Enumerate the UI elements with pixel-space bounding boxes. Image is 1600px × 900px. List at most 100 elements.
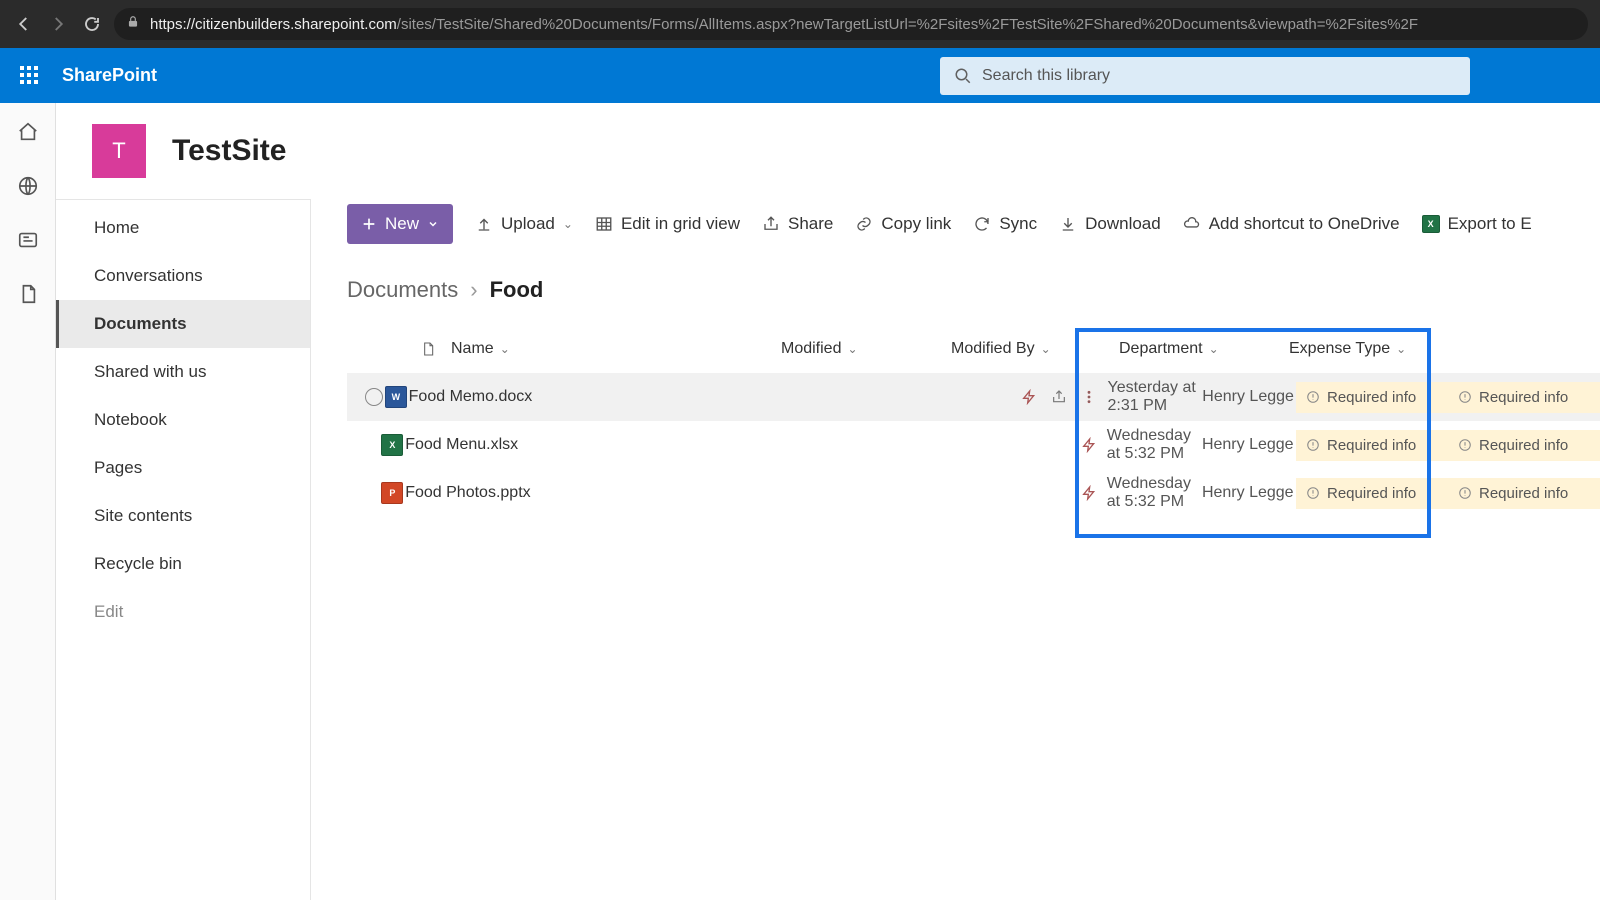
search-placeholder: Search this library xyxy=(982,67,1110,85)
required-badge[interactable]: Required info xyxy=(1296,430,1448,461)
suite-name[interactable]: SharePoint xyxy=(62,65,157,86)
breadcrumb: Documents › Food xyxy=(347,277,1600,303)
chevron-down-icon: ⌄ xyxy=(847,342,857,356)
info-icon xyxy=(1306,486,1320,500)
site-header: T TestSite xyxy=(56,103,1600,199)
nav-recycle[interactable]: Recycle bin xyxy=(56,540,310,588)
side-nav: Home Conversations Documents Shared with… xyxy=(56,199,311,900)
file-icon[interactable] xyxy=(17,283,39,305)
word-icon: W xyxy=(385,386,407,408)
modified-by-cell[interactable]: Henry Legge xyxy=(1202,388,1296,406)
col-modified-by[interactable]: Modified By⌄ xyxy=(951,340,1119,358)
modified-cell: Yesterday at 2:31 PM xyxy=(1107,379,1202,415)
required-badge[interactable]: Required info xyxy=(1296,478,1448,509)
nav-conversations[interactable]: Conversations xyxy=(56,252,310,300)
download-icon xyxy=(1059,215,1077,233)
select-circle[interactable] xyxy=(365,388,383,406)
plus-icon xyxy=(361,216,377,232)
cmd-new-button[interactable]: New xyxy=(347,204,453,244)
cmd-sync[interactable]: Sync xyxy=(973,214,1037,234)
chevron-down-icon xyxy=(427,218,439,230)
breadcrumb-current: Food xyxy=(490,277,544,303)
suite-bar: SharePoint Search this library xyxy=(0,48,1600,103)
nav-notebook[interactable]: Notebook xyxy=(56,396,310,444)
globe-icon[interactable] xyxy=(17,175,39,197)
modified-by-cell[interactable]: Henry Legge xyxy=(1202,436,1296,454)
required-badge[interactable]: Required info xyxy=(1448,478,1600,509)
cmd-copy-link[interactable]: Copy link xyxy=(855,214,951,234)
info-icon xyxy=(1458,486,1472,500)
upload-icon xyxy=(475,215,493,233)
modified-cell: Wednesday at 5:32 PM xyxy=(1107,475,1202,511)
filetype-header-icon[interactable] xyxy=(405,339,451,359)
forward-button[interactable] xyxy=(46,12,70,36)
nav-edit[interactable]: Edit xyxy=(56,588,310,636)
nav-documents[interactable]: Documents xyxy=(56,300,310,348)
cmd-export[interactable]: XExport to E xyxy=(1422,214,1532,234)
attention-icon[interactable] xyxy=(1021,389,1037,405)
table-row[interactable]: W Food Memo.docx Yesterday at 2:31 PM He… xyxy=(347,373,1600,421)
file-name[interactable]: Food Photos.pptx xyxy=(405,484,530,502)
reload-button[interactable] xyxy=(80,12,104,36)
more-icon[interactable] xyxy=(1081,389,1097,405)
onedrive-icon xyxy=(1183,215,1201,233)
url-bar[interactable]: https://citizenbuilders.sharepoint.com/s… xyxy=(114,8,1588,40)
search-icon xyxy=(954,67,972,85)
command-bar: New Upload⌄ Edit in grid view Share Copy… xyxy=(347,199,1600,247)
file-list: Name⌄ Modified⌄ Modified By⌄ Department⌄… xyxy=(347,325,1600,517)
file-name[interactable]: Food Menu.xlsx xyxy=(405,436,518,454)
nav-site-contents[interactable]: Site contents xyxy=(56,492,310,540)
nav-shared[interactable]: Shared with us xyxy=(56,348,310,396)
col-name[interactable]: Name⌄ xyxy=(451,340,781,358)
chevron-right-icon: › xyxy=(470,277,477,303)
home-icon[interactable] xyxy=(17,121,39,143)
file-name[interactable]: Food Memo.docx xyxy=(409,388,533,406)
back-button[interactable] xyxy=(12,12,36,36)
attention-icon[interactable] xyxy=(1081,437,1097,453)
info-icon xyxy=(1306,390,1320,404)
col-expense-type[interactable]: Expense Type⌄ xyxy=(1289,340,1459,358)
chevron-down-icon: ⌄ xyxy=(1396,342,1406,356)
excel-icon: X xyxy=(381,434,403,456)
table-row[interactable]: X Food Menu.xlsx Wednesday at 5:32 PM He… xyxy=(347,421,1600,469)
cmd-download[interactable]: Download xyxy=(1059,214,1161,234)
browser-chrome: https://citizenbuilders.sharepoint.com/s… xyxy=(0,0,1600,48)
search-input[interactable]: Search this library xyxy=(940,57,1470,95)
sync-icon xyxy=(973,215,991,233)
attention-icon[interactable] xyxy=(1081,485,1097,501)
required-badge[interactable]: Required info xyxy=(1296,382,1448,413)
lock-icon xyxy=(126,15,140,33)
info-icon xyxy=(1458,390,1472,404)
nav-home[interactable]: Home xyxy=(56,204,310,252)
col-modified[interactable]: Modified⌄ xyxy=(781,340,951,358)
modified-cell: Wednesday at 5:32 PM xyxy=(1107,427,1202,463)
required-badge[interactable]: Required info xyxy=(1448,430,1600,461)
col-department[interactable]: Department⌄ xyxy=(1119,340,1289,358)
info-icon xyxy=(1306,438,1320,452)
breadcrumb-parent[interactable]: Documents xyxy=(347,277,458,303)
modified-by-cell[interactable]: Henry Legge xyxy=(1202,484,1296,502)
table-row[interactable]: P Food Photos.pptx Wednesday at 5:32 PM … xyxy=(347,469,1600,517)
site-logo[interactable]: T xyxy=(92,124,146,178)
cmd-edit-grid[interactable]: Edit in grid view xyxy=(595,214,740,234)
url-host: https://citizenbuilders.sharepoint.com xyxy=(150,16,397,33)
url-path: /sites/TestSite/Shared%20Documents/Forms… xyxy=(397,16,1418,33)
cmd-upload[interactable]: Upload⌄ xyxy=(475,214,573,234)
chevron-down-icon: ⌄ xyxy=(1041,342,1051,356)
cmd-share[interactable]: Share xyxy=(762,214,833,234)
site-title[interactable]: TestSite xyxy=(172,134,286,168)
powerpoint-icon: P xyxy=(381,482,403,504)
cmd-add-shortcut[interactable]: Add shortcut to OneDrive xyxy=(1183,214,1400,234)
chevron-down-icon: ⌄ xyxy=(1209,342,1219,356)
info-icon xyxy=(1458,438,1472,452)
required-badge[interactable]: Required info xyxy=(1448,382,1600,413)
chevron-down-icon: ⌄ xyxy=(500,342,510,356)
grid-icon xyxy=(595,215,613,233)
app-launcher-icon[interactable] xyxy=(20,66,40,86)
nav-pages[interactable]: Pages xyxy=(56,444,310,492)
share-icon[interactable] xyxy=(1051,389,1067,405)
news-icon[interactable] xyxy=(17,229,39,251)
app-rail xyxy=(0,103,56,900)
link-icon xyxy=(855,215,873,233)
chevron-down-icon: ⌄ xyxy=(563,217,573,231)
